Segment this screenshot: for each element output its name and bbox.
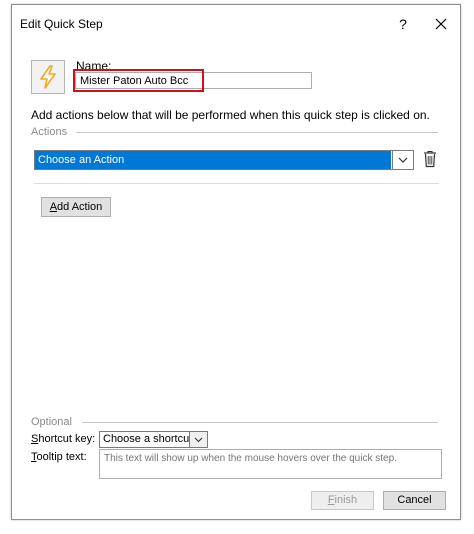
action-dropdown[interactable]: Choose an Action xyxy=(34,150,414,170)
edit-quick-step-dialog: Edit Quick Step ? Name: Add actions belo… xyxy=(11,4,461,520)
cancel-button[interactable]: Cancel xyxy=(383,491,446,510)
shortcut-dropdown[interactable]: Choose a shortcut xyxy=(99,431,208,448)
finish-label: inish xyxy=(334,494,358,506)
close-icon xyxy=(435,18,447,30)
tooltip-label-text: ooltip text: xyxy=(36,451,87,463)
quick-step-icon-button[interactable] xyxy=(31,60,65,94)
name-field[interactable] xyxy=(75,72,312,89)
close-button[interactable] xyxy=(430,13,452,35)
dialog-title: Edit Quick Step xyxy=(20,17,103,31)
lightning-bolt-icon xyxy=(40,65,56,89)
shortcut-key-label: Shortcut key: xyxy=(31,433,95,445)
delete-action-button[interactable] xyxy=(423,150,437,168)
tooltip-text-field[interactable] xyxy=(99,449,442,479)
action-dropdown-value: Choose an Action xyxy=(35,151,391,169)
add-action-label: dd Action xyxy=(57,201,103,213)
optional-divider xyxy=(82,422,438,423)
actions-divider xyxy=(76,132,438,133)
name-label: Name: xyxy=(76,59,112,73)
help-button[interactable]: ? xyxy=(392,13,414,35)
instructions-text: Add actions below that will be performed… xyxy=(31,108,430,122)
tooltip-text-label: Tooltip text: xyxy=(31,451,87,463)
finish-accel: F xyxy=(327,494,335,506)
add-action-accel: A xyxy=(49,201,58,213)
actions-list-divider xyxy=(34,183,439,184)
finish-button[interactable]: Finish xyxy=(311,491,374,510)
shortcut-dropdown-arrow[interactable] xyxy=(189,432,207,447)
add-action-button[interactable]: Add Action xyxy=(41,197,111,217)
actions-section-label: Actions xyxy=(31,126,68,138)
optional-section-label: Optional xyxy=(31,416,72,428)
shortcut-label-text: hortcut key: xyxy=(38,433,96,445)
action-dropdown-arrow[interactable] xyxy=(392,151,413,169)
chevron-down-icon xyxy=(398,157,408,163)
title-bar: Edit Quick Step ? xyxy=(12,5,460,43)
chevron-down-icon xyxy=(194,437,203,443)
shortcut-dropdown-value: Choose a shortcut xyxy=(103,433,193,445)
trash-icon xyxy=(424,150,436,168)
